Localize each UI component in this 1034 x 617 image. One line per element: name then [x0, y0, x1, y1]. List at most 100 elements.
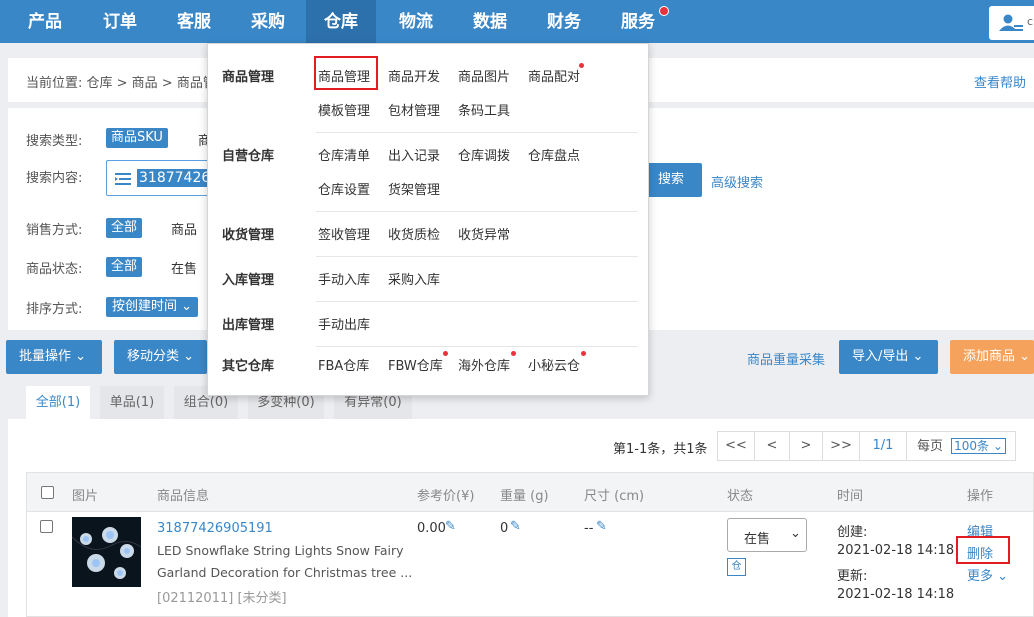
nav-service[interactable]: 客服 [177, 0, 211, 43]
sale-mode-label: 销售方式: [26, 223, 83, 238]
created-time: 2021-02-18 14:18 [837, 543, 955, 558]
move-category-button[interactable]: 移动分类 ⌄ [114, 340, 207, 374]
page-prev-button[interactable]: < [754, 431, 790, 461]
user-menu[interactable]: c [989, 6, 1034, 40]
menu-item-sign-receipt[interactable]: 签收管理 [318, 224, 370, 243]
product-weight: 0 [500, 521, 509, 536]
warehouse-dropdown-menu: 商品管理 商品管理 商品开发 商品图片 商品配对 模板管理 包材管理 条码工具 … [207, 43, 649, 396]
nav-data[interactable]: 数据 [473, 0, 507, 43]
chevron-down-icon: ⌄ [992, 439, 1003, 453]
search-type-sku[interactable]: 商品SKU [106, 128, 168, 148]
delete-highlight-box [956, 536, 1010, 564]
tab-all[interactable]: 全部(1) [26, 386, 90, 419]
new-badge-dot [511, 351, 516, 356]
chevron-down-icon: ⌄ [181, 299, 193, 314]
menu-item-templates[interactable]: 模板管理 [318, 100, 370, 119]
menu-item-fba[interactable]: FBA仓库 [318, 355, 369, 374]
menu-section-receiving: 收货管理 [222, 228, 275, 243]
chevron-down-icon: ⌄ [75, 349, 87, 364]
search-button[interactable]: 搜索 [640, 163, 702, 197]
batch-ops-button[interactable]: 批量操作 ⌄ [6, 340, 102, 374]
menu-divider [316, 346, 638, 347]
search-content-label: 搜索内容: [26, 171, 83, 186]
chevron-down-icon: ⌄ [183, 349, 195, 364]
created-label: 创建: [837, 525, 868, 540]
menu-item-fbw[interactable]: FBW仓库 [388, 355, 443, 374]
row-checkbox[interactable] [40, 520, 53, 533]
menu-section-inbound: 入库管理 [222, 273, 275, 288]
warehouse-icon[interactable]: 仓 [727, 558, 746, 576]
menu-item-warehouse-settings[interactable]: 仓库设置 [318, 179, 370, 198]
nav-purchase[interactable]: 采购 [251, 0, 285, 43]
product-price: 0.00 [417, 521, 446, 536]
product-image[interactable] [72, 517, 141, 587]
edit-weight-icon[interactable]: ✎ [510, 519, 521, 534]
import-export-button[interactable]: 导入/导出 ⌄ [839, 340, 938, 374]
notification-dot [659, 6, 669, 16]
per-page-value: 100条 [954, 439, 990, 453]
product-sku-link[interactable]: 31877426905191 [157, 521, 273, 536]
move-category-label: 移动分类 [127, 349, 180, 364]
sale-mode-other[interactable]: 商品 [171, 219, 197, 238]
menu-item-qc[interactable]: 收货质检 [388, 224, 440, 243]
new-badge-dot [443, 351, 448, 356]
edit-price-icon[interactable]: ✎ [445, 519, 456, 534]
search-input[interactable]: 3187742690 [106, 160, 216, 196]
sale-mode-all[interactable]: 全部 [106, 218, 143, 238]
chevron-down-icon: ⌄ [790, 526, 801, 541]
menu-divider [316, 301, 638, 302]
page-last-button[interactable]: >> [822, 431, 860, 461]
header-info: 商品信息 [157, 489, 210, 504]
weight-collect-link[interactable]: 商品重量采集 [747, 349, 825, 368]
menu-item-product-dev[interactable]: 商品开发 [388, 66, 440, 85]
user-initial: c [1027, 15, 1034, 28]
nav-warehouse[interactable]: 仓库 [306, 0, 376, 43]
menu-section-other-warehouse: 其它仓库 [222, 359, 275, 374]
menu-item-transfer[interactable]: 仓库调拨 [458, 145, 510, 164]
menu-item-barcode[interactable]: 条码工具 [458, 100, 510, 119]
menu-item-receive-exception[interactable]: 收货异常 [458, 224, 510, 243]
more-link[interactable]: 更多 ⌄ [967, 565, 1008, 584]
menu-item-overseas[interactable]: 海外仓库 [458, 355, 510, 374]
menu-item-shelves[interactable]: 货架管理 [388, 179, 440, 198]
product-title-line1: LED Snowflake String Lights Snow Fairy [157, 543, 404, 558]
menu-item-cloud-warehouse[interactable]: 小秘云仓 [528, 355, 580, 374]
per-page-select[interactable]: 100条 ⌄ [951, 438, 1006, 454]
add-product-button[interactable]: 添加商品 ⌄ [950, 340, 1034, 374]
chevron-down-icon: ⌄ [997, 569, 1009, 584]
menu-item-io-records[interactable]: 出入记录 [388, 145, 440, 164]
sort-value: 按创建时间 [112, 299, 178, 314]
sort-select[interactable]: 按创建时间 ⌄ [106, 297, 199, 317]
list-filter-icon [115, 173, 131, 185]
menu-item-product-images[interactable]: 商品图片 [458, 66, 510, 85]
nav-orders[interactable]: 订单 [103, 0, 137, 43]
tab-single[interactable]: 单品(1) [100, 386, 164, 419]
menu-section-own-warehouse: 自营仓库 [222, 149, 275, 164]
menu-item-manual-outbound[interactable]: 手动出库 [318, 314, 370, 333]
nav-logistics[interactable]: 物流 [399, 0, 433, 43]
search-value: 3187742690 [137, 169, 213, 187]
page-first-button[interactable]: << [717, 431, 755, 461]
status-on-sale[interactable]: 在售 [171, 258, 197, 277]
menu-item-stocktake[interactable]: 仓库盘点 [528, 145, 580, 164]
menu-item-packaging[interactable]: 包材管理 [388, 100, 440, 119]
menu-item-manual-inbound[interactable]: 手动入库 [318, 269, 370, 288]
menu-item-purchase-inbound[interactable]: 采购入库 [388, 269, 440, 288]
help-link[interactable]: 查看帮助 [974, 72, 1026, 91]
status-all[interactable]: 全部 [106, 257, 143, 277]
advanced-search-link[interactable]: 高级搜索 [711, 172, 763, 191]
edit-size-icon[interactable]: ✎ [596, 519, 607, 534]
header-weight: 重量 (g) [500, 489, 549, 504]
menu-item-product-match[interactable]: 商品配对 [528, 66, 580, 85]
header-size: 尺寸 (cm) [584, 489, 645, 504]
page-next-button[interactable]: > [789, 431, 823, 461]
header-image: 图片 [72, 489, 99, 504]
status-select[interactable]: 在售 ⌄ [727, 518, 807, 552]
select-all-checkbox[interactable] [41, 486, 54, 499]
nav-services[interactable]: 服务 [621, 0, 655, 43]
page-indicator: 1/1 [859, 431, 907, 461]
nav-finance[interactable]: 财务 [547, 0, 581, 43]
status-label: 商品状态: [26, 262, 83, 277]
nav-product[interactable]: 产品 [28, 0, 62, 43]
menu-item-warehouse-list[interactable]: 仓库清单 [318, 145, 370, 164]
